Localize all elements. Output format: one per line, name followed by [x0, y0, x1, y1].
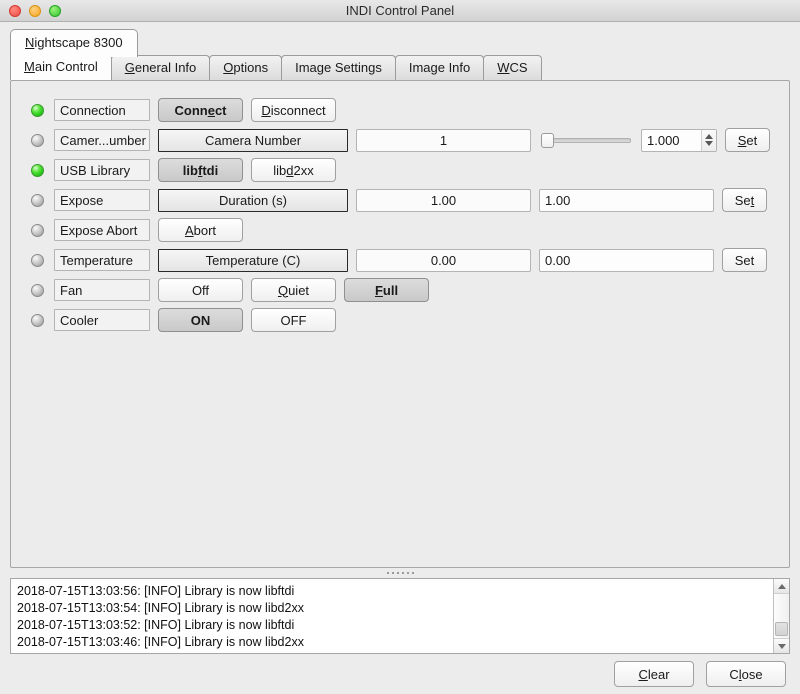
- temperature-label: Temperature: [54, 249, 150, 271]
- dialog-footer: Clear Cl ose: [0, 654, 800, 694]
- expose-set-button[interactable]: Se t: [722, 188, 767, 212]
- message-log-text[interactable]: 2018-07-15T13:03:56: [INFO] Library is n…: [11, 579, 773, 653]
- log-line: 2018-07-15T13:03:54: [INFO] Library is n…: [17, 601, 304, 615]
- log-line: 2018-07-15T13:03:52: [INFO] Library is n…: [17, 618, 295, 632]
- slider-groove: [547, 137, 631, 143]
- panel-log-splitter[interactable]: [0, 568, 800, 578]
- temperature-current-value: 0.00: [356, 248, 531, 272]
- tab-main-control[interactable]: Main Control: [10, 54, 112, 80]
- connection-status-led: [31, 103, 44, 117]
- camera-number-label: Camer...umber: [54, 129, 150, 151]
- clear-button[interactable]: Clear: [614, 661, 694, 687]
- property-row-connection: Connection Conn e ct Disconnect: [31, 95, 789, 125]
- expose-abort-label: Expose Abort: [54, 219, 150, 241]
- spinbox-decrement-icon[interactable]: [705, 141, 713, 146]
- splitter-grip-icon: [386, 572, 414, 574]
- cooler-label: Cooler: [54, 309, 150, 331]
- spinbox-increment-icon[interactable]: [705, 134, 713, 139]
- chevron-up-icon: [777, 583, 786, 589]
- traffic-lights: [0, 4, 61, 17]
- expose-status-led: [31, 193, 44, 207]
- tab-general-info[interactable]: General Info: [110, 55, 211, 80]
- connection-label: Connection: [54, 99, 150, 121]
- temperature-status-led: [31, 253, 44, 267]
- usb-library-label: USB Library: [54, 159, 150, 181]
- slider-handle[interactable]: [541, 132, 554, 148]
- zoom-window-button[interactable]: [49, 4, 61, 17]
- indi-control-panel-window: INDI Control Panel Nightscape 8300 Main …: [0, 0, 800, 694]
- message-log: 2018-07-15T13:03:56: [INFO] Library is n…: [10, 578, 790, 654]
- expose-current-value: 1.00: [356, 188, 531, 212]
- close-window-button[interactable]: [9, 4, 21, 17]
- libftdi-button[interactable]: lib f tdi: [158, 158, 243, 182]
- property-row-expose-abort: Expose Abort Abort: [31, 215, 789, 245]
- tab-options[interactable]: Options: [209, 55, 283, 80]
- property-row-cooler: Cooler ON OFF: [31, 305, 789, 335]
- fan-quiet-button[interactable]: Quiet: [251, 278, 336, 302]
- scroll-up-button[interactable]: [774, 579, 789, 594]
- device-tab-label: ightscape 8300: [34, 35, 123, 50]
- tab-image-settings[interactable]: Image Settings: [281, 55, 396, 80]
- property-row-expose: Expose Duration (s) 1.00 1.00 Se t: [31, 185, 789, 215]
- camera-number-slider[interactable]: [541, 129, 631, 151]
- cooler-on-button[interactable]: ON: [158, 308, 243, 332]
- close-button[interactable]: Cl ose: [706, 661, 786, 687]
- tab-image-info[interactable]: Image Info: [394, 55, 485, 80]
- scroll-down-button[interactable]: [774, 638, 789, 653]
- expose-duration-input[interactable]: 1.00: [539, 188, 714, 212]
- main-control-panel: Connection Conn e ct Disconnect Camer...um…: [10, 80, 790, 568]
- log-line: 2018-07-15T13:03:46: [INFO] Library is n…: [17, 635, 304, 649]
- message-log-scrollbar[interactable]: [773, 579, 789, 653]
- camera-number-title-button[interactable]: Camera Number: [158, 128, 348, 152]
- cooler-status-led: [31, 313, 44, 327]
- device-tab-nightscape-8300[interactable]: Nightscape 8300: [10, 29, 138, 57]
- chevron-down-icon: [777, 643, 786, 649]
- connect-button[interactable]: Conn e ct: [158, 98, 243, 122]
- expose-duration-title-button[interactable]: Duration (s): [158, 188, 348, 212]
- temperature-set-button[interactable]: Set: [722, 248, 767, 272]
- libd2xx-button[interactable]: lib d 2xx: [251, 158, 336, 182]
- expose-label: Expose: [54, 189, 150, 211]
- fan-label: Fan: [54, 279, 150, 301]
- fan-status-led: [31, 283, 44, 297]
- temperature-target-input[interactable]: 0.00: [539, 248, 714, 272]
- tab-wcs[interactable]: WCS: [483, 55, 542, 80]
- fan-off-button[interactable]: Off: [158, 278, 243, 302]
- camera-number-spinbox[interactable]: 1.000: [641, 128, 717, 152]
- property-row-temperature: Temperature Temperature (C) 0.00 0.00 Se…: [31, 245, 789, 275]
- expose-abort-status-led: [31, 223, 44, 237]
- camera-number-current-value: 1: [356, 128, 531, 152]
- camera-number-status-led: [31, 133, 44, 147]
- window-title: INDI Control Panel: [345, 3, 455, 18]
- property-row-camera-number: Camer...umber Camera Number 1 1.000 Set: [31, 125, 789, 155]
- property-row-fan: Fan Off Quiet Full: [31, 275, 789, 305]
- device-tab-mnemonic: N: [25, 35, 35, 50]
- cooler-off-button[interactable]: OFF: [251, 308, 336, 332]
- disconnect-button[interactable]: Disconnect: [251, 98, 336, 122]
- camera-number-set-button[interactable]: Set: [725, 128, 770, 152]
- temperature-title-button[interactable]: Temperature (C): [158, 248, 348, 272]
- usb-library-status-led: [31, 163, 44, 177]
- titlebar: INDI Control Panel: [0, 0, 800, 22]
- spinbox-arrows[interactable]: [701, 129, 716, 151]
- spinbox-value[interactable]: 1.000: [642, 130, 701, 151]
- scrollbar-thumb[interactable]: [775, 622, 788, 636]
- device-tabbar: Nightscape 8300: [0, 22, 800, 57]
- scrollbar-track[interactable]: [774, 594, 789, 638]
- abort-button[interactable]: Abort: [158, 218, 243, 242]
- log-line: 2018-07-15T13:03:56: [INFO] Library is n…: [17, 584, 295, 598]
- property-row-usb-library: USB Library lib f tdi lib d 2xx: [31, 155, 789, 185]
- property-tabbar: Main Control General Info Options Image …: [0, 54, 800, 80]
- minimize-window-button[interactable]: [29, 4, 41, 17]
- fan-full-button[interactable]: Full: [344, 278, 429, 302]
